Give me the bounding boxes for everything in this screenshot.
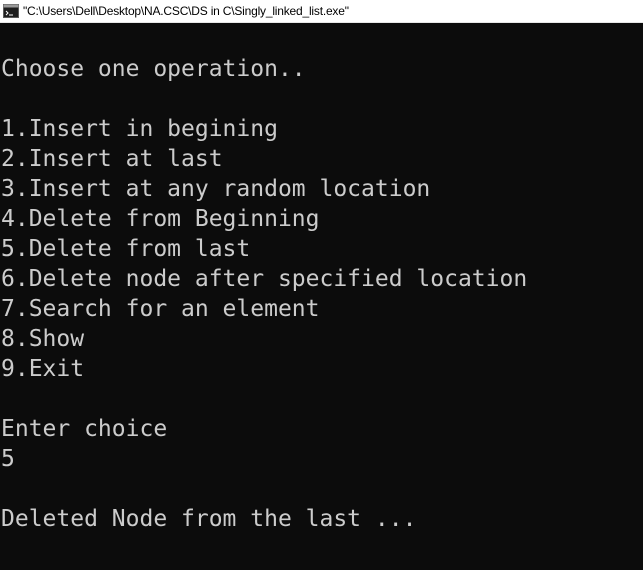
console-output[interactable]: Choose one operation.. 1.Insert in begin… [0, 23, 643, 570]
menu-item-9: 9.Exit [1, 356, 85, 382]
menu-item-2: 2.Insert at last [1, 146, 223, 172]
menu-item-5: 5.Delete from last [1, 236, 251, 262]
menu-item-1: 1.Insert in begining [1, 116, 278, 142]
menu-item-7: 7.Search for an element [1, 296, 320, 322]
menu-item-4: 4.Delete from Beginning [1, 206, 320, 232]
prompt-header: Choose one operation.. [1, 56, 306, 82]
menu-item-3: 3.Insert at any random location [1, 176, 431, 202]
window-title: "C:\Users\Dell\Desktop\NA.CSC\DS in C\Si… [23, 4, 349, 18]
menu-item-6: 6.Delete node after specified location [1, 266, 528, 292]
console-window: "C:\Users\Dell\Desktop\NA.CSC\DS in C\Si… [0, 0, 643, 570]
result-message: Deleted Node from the last ... [1, 506, 417, 532]
console-app-icon [3, 3, 19, 19]
title-bar[interactable]: "C:\Users\Dell\Desktop\NA.CSC\DS in C\Si… [0, 0, 643, 23]
menu-item-8: 8.Show [1, 326, 85, 352]
choice-prompt: Enter choice [1, 416, 168, 442]
choice-input: 5 [1, 446, 15, 472]
